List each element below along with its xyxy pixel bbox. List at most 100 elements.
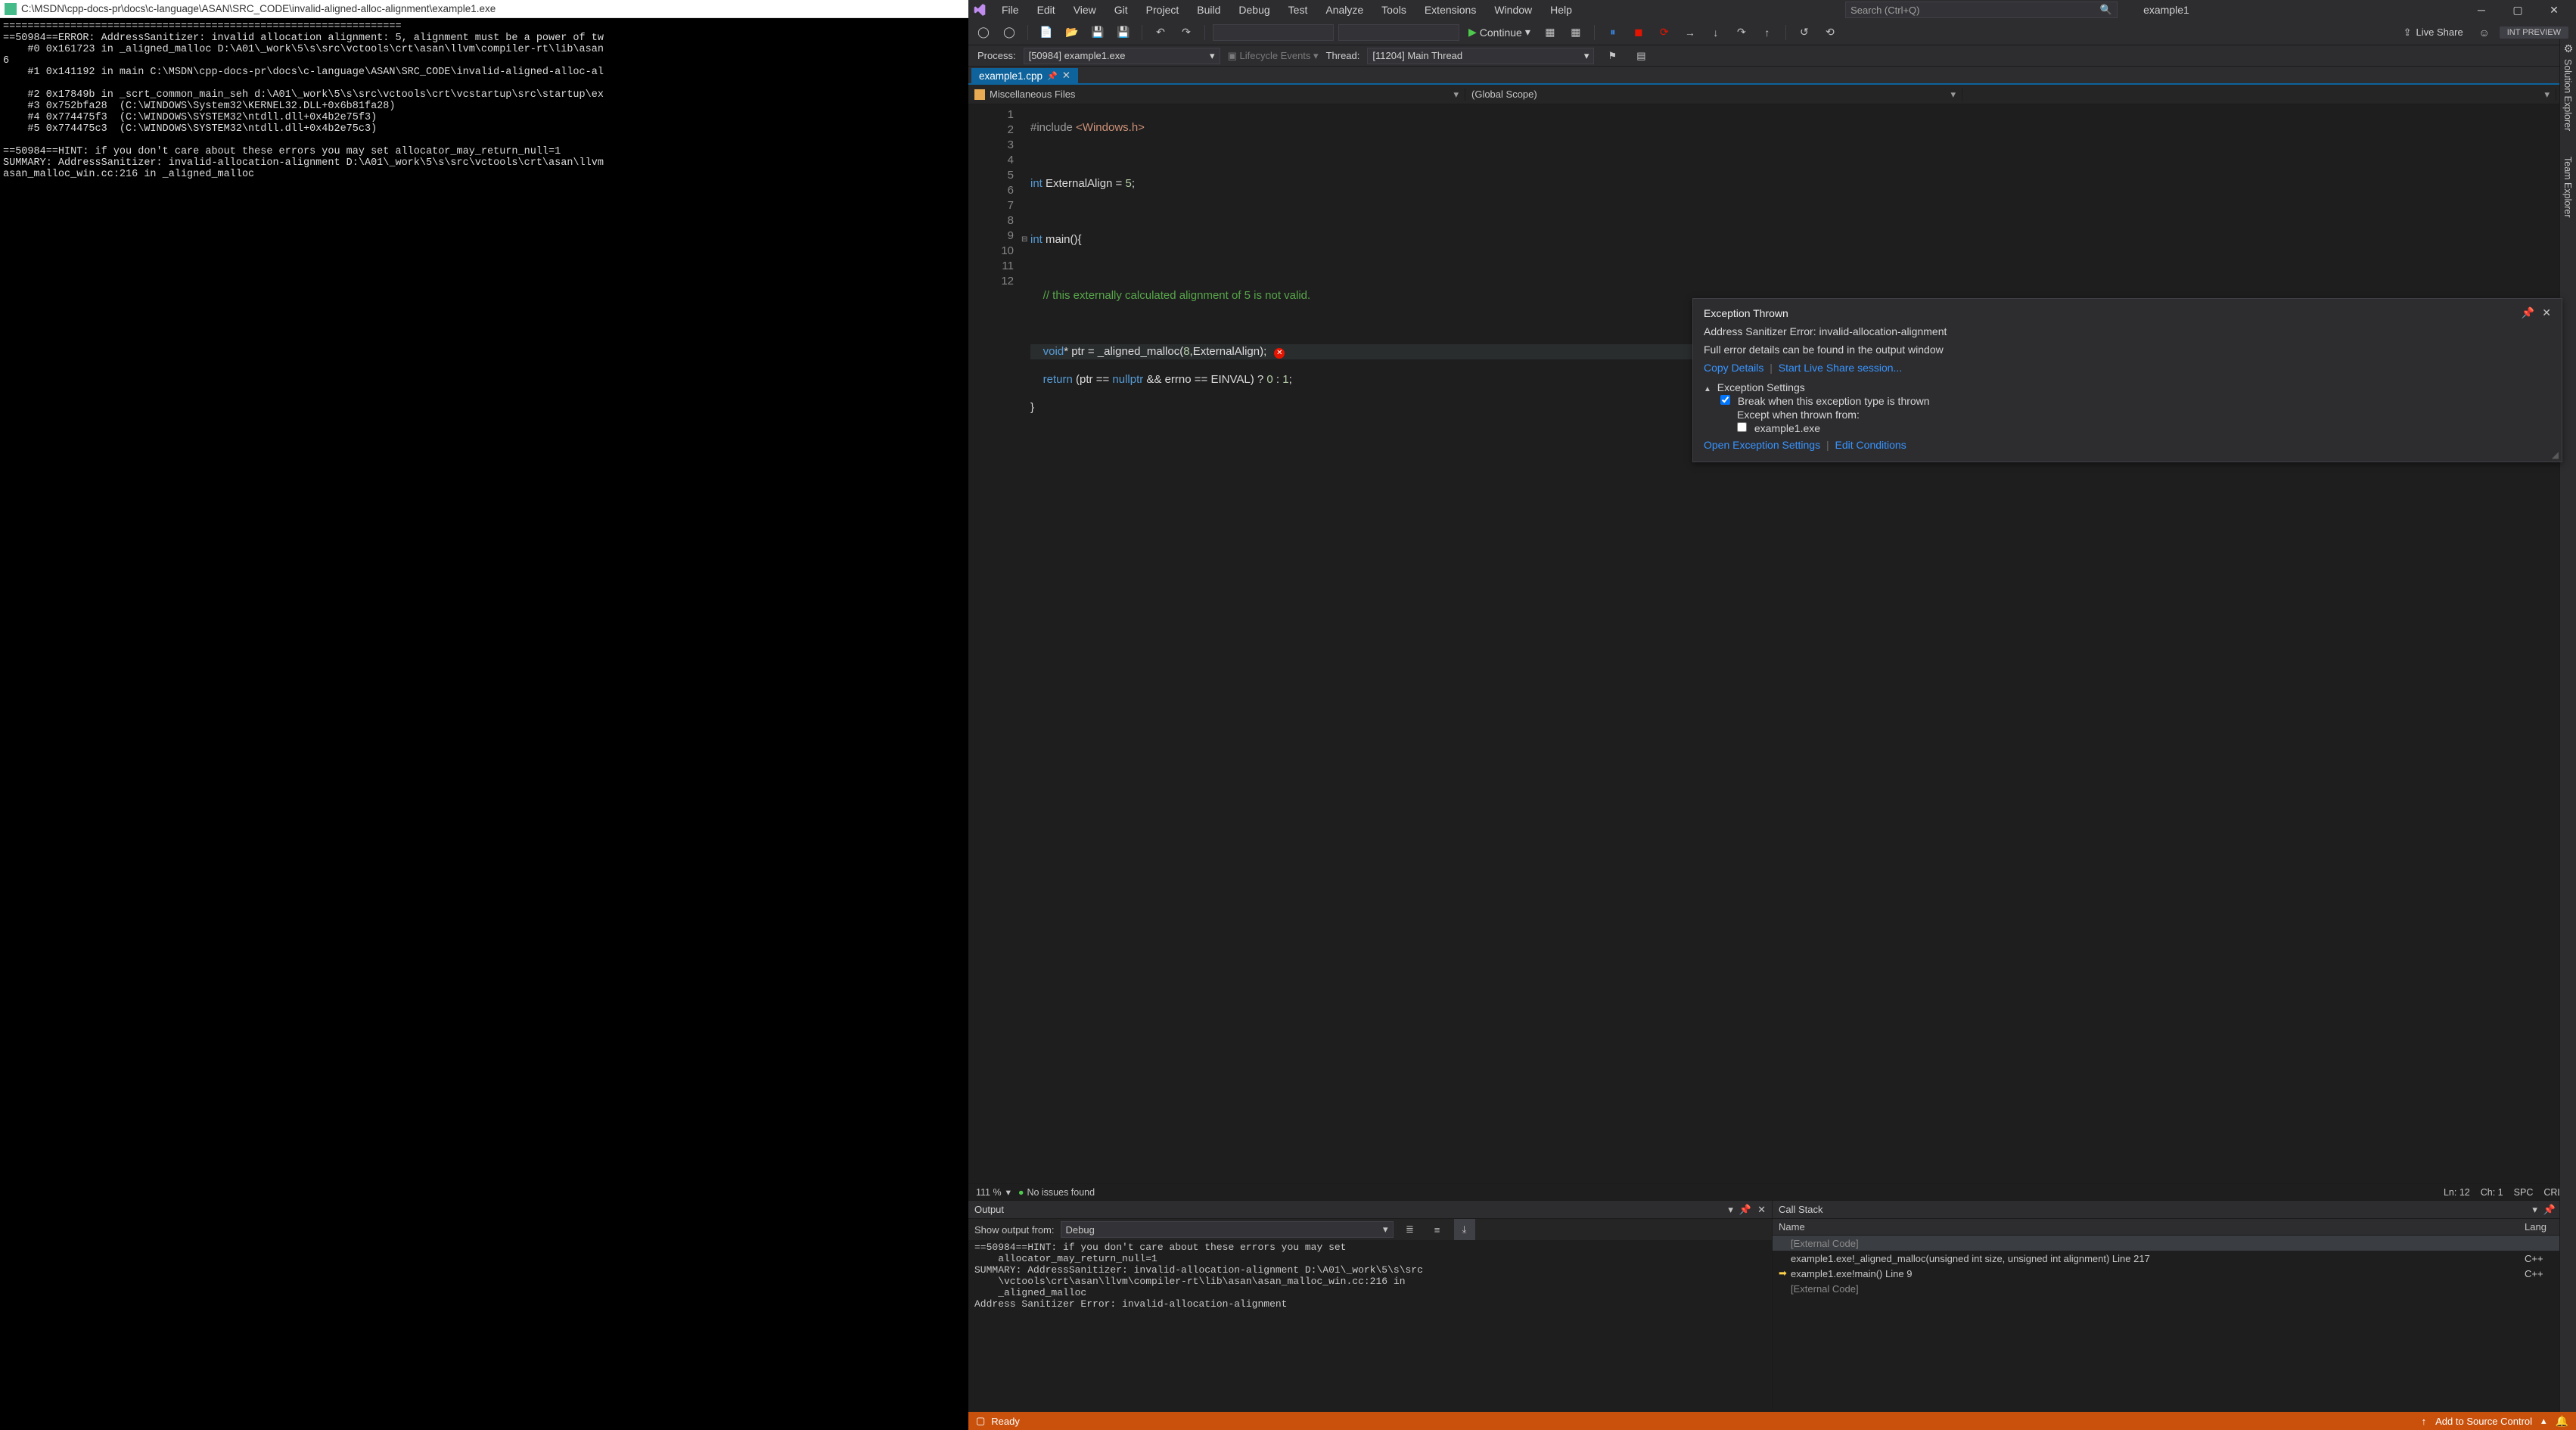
cursor-char[interactable]: Ch: 1 [2481,1187,2503,1198]
menu-edit[interactable]: Edit [1030,2,1063,17]
pin-icon[interactable]: 📌 [1739,1204,1751,1216]
pin-icon[interactable]: 📌 [1047,71,1058,81]
output-body[interactable]: ==50984==HINT: if you don't care about t… [968,1240,1772,1412]
code-area[interactable]: #include #include <Windows.h><Windows.h>… [1024,104,2576,1183]
lifecycle-events[interactable]: ▣ Lifecycle Events ▾ [1228,50,1319,62]
edit-conditions-link[interactable]: Edit Conditions [1835,439,1906,451]
nav-fwd-button[interactable]: ◯ [999,22,1020,43]
debug-target-icon[interactable]: ▦ [1540,22,1561,43]
window-position-icon[interactable]: ▾ [2532,1204,2537,1216]
visual-studio: ⚙ Solution Explorer Team Explorer File E… [968,0,2576,1430]
rail-team-explorer[interactable]: Team Explorer [2560,137,2575,224]
pin-icon[interactable]: 📌 [2543,1204,2556,1216]
debug-target2-icon[interactable]: ▦ [1565,22,1586,43]
pin-icon[interactable]: 📌 [2522,306,2534,319]
solution-platform-dropdown[interactable] [1338,24,1459,41]
pause-button[interactable]: ⏸ [1602,22,1624,43]
code-editor[interactable]: 1234 5678 9➤ 101112 #include #include <W… [968,104,2576,1183]
clear-output-icon[interactable]: ≣ [1400,1219,1421,1240]
step-into-button[interactable]: ↓ [1705,22,1726,43]
menu-test[interactable]: Test [1281,2,1316,17]
break-when-thrown-checkbox[interactable] [1720,395,1730,405]
menu-window[interactable]: Window [1487,2,1540,17]
maximize-button[interactable]: ▢ [2500,0,2535,20]
callstack-row[interactable]: ➡ example1.exe!main() Line 9 C++ [1773,1266,2576,1281]
chevron-up-icon[interactable]: ▴ [2541,1415,2546,1427]
live-share-button[interactable]: ⇪ Live Share [2397,26,2469,39]
menu-extensions[interactable]: Extensions [1417,2,1484,17]
nav-back-button[interactable]: ◯ [973,22,994,43]
console-titlebar[interactable]: C:\MSDN\cpp-docs-pr\docs\c-language\ASAN… [0,0,968,18]
redo-button[interactable]: ↷ [1176,22,1197,43]
undo-button[interactable]: ↶ [1150,22,1171,43]
gear-icon[interactable]: ⚙ [2560,42,2576,55]
hot-reload-button[interactable]: ⟲ [1819,22,1841,43]
menu-view[interactable]: View [1066,2,1104,17]
close-icon[interactable]: ✕ [1062,70,1070,82]
menu-tools[interactable]: Tools [1374,2,1414,17]
thread-dropdown[interactable]: [11204] Main Thread▾ [1367,48,1594,64]
collapse-icon[interactable]: ▲ [1704,385,1711,393]
menu-git[interactable]: Git [1107,2,1136,17]
notifications-icon[interactable]: 🔔 [2556,1415,2568,1428]
stop-button[interactable]: ◼ [1628,22,1649,43]
show-next-statement-button[interactable]: → [1680,22,1701,43]
output-from-label: Show output from: [974,1224,1055,1236]
window-position-icon[interactable]: ▾ [1728,1204,1733,1216]
search-box[interactable]: Search (Ctrl+Q) 🔍 [1845,2,2118,18]
indent-mode[interactable]: SPC [2514,1187,2534,1198]
menu-build[interactable]: Build [1189,2,1228,17]
continue-label: Continue [1480,26,1522,39]
flag-icon[interactable]: ⚑ [1602,45,1623,67]
solution-config-dropdown[interactable] [1213,24,1334,41]
minimize-button[interactable]: ─ [2464,0,2499,20]
step-over-button[interactable]: ↷ [1731,22,1752,43]
callstack-row[interactable]: [External Code] [1773,1236,2576,1251]
open-exception-settings-link[interactable]: Open Exception Settings [1704,439,1820,451]
process-dropdown[interactable]: [50984] example1.exe▾ [1024,48,1220,64]
error-glyph-icon[interactable]: ✕ [1274,348,1285,359]
stack-frame-icon[interactable]: ▤ [1630,45,1652,67]
close-button[interactable]: ✕ [2537,0,2571,20]
open-button[interactable]: 📂 [1061,22,1083,43]
toggle-wrap-icon[interactable]: ≡ [1427,1219,1448,1240]
zoom-level[interactable]: 111 % [976,1187,1002,1198]
apply-changes-button[interactable]: ↺ [1794,22,1815,43]
tab-example1-cpp[interactable]: example1.cpp 📌 ✕ [971,68,1078,83]
fold-icon[interactable]: ⊟ [1021,232,1027,247]
step-out-button[interactable]: ↑ [1757,22,1778,43]
save-button[interactable]: 💾 [1087,22,1108,43]
vs-logo-icon [973,3,987,17]
continue-button[interactable]: ▶ Continue ▾ [1464,26,1535,39]
close-icon[interactable]: ✕ [1757,1204,1766,1216]
live-share-icon: ⇪ [2404,26,2412,39]
save-all-button[interactable]: 💾 [1113,22,1134,43]
console-output[interactable]: ========================================… [0,18,968,1430]
callstack-row[interactable]: example1.exe!_aligned_malloc(unsigned in… [1773,1251,2576,1266]
menu-file[interactable]: File [994,2,1027,17]
callstack-body[interactable]: [External Code] example1.exe!_aligned_ma… [1773,1236,2576,1412]
feedback-icon[interactable]: ☺ [2474,22,2495,43]
menu-help[interactable]: Help [1543,2,1580,17]
add-source-control[interactable]: Add to Source Control [2435,1416,2532,1427]
col-name[interactable]: Name [1779,1221,2525,1233]
issues-status[interactable]: No issues found [1027,1187,1095,1198]
publish-icon[interactable]: ↑ [2422,1416,2427,1427]
except-example1-checkbox[interactable] [1737,422,1747,432]
output-source-dropdown[interactable]: Debug▾ [1061,1221,1394,1238]
new-item-button[interactable]: 📄 [1036,22,1057,43]
scope-member-dropdown[interactable]: (Global Scope) ▾ [1465,89,1962,101]
cursor-line[interactable]: Ln: 12 [2444,1187,2470,1198]
close-icon[interactable]: ✕ [2542,306,2551,319]
menu-project[interactable]: Project [1139,2,1187,17]
autoscroll-icon[interactable]: ⤓ [1454,1219,1475,1240]
resize-grip-icon[interactable]: ◢ [2552,449,2559,460]
copy-details-link[interactable]: Copy Details [1704,362,1763,374]
callstack-row[interactable]: [External Code] [1773,1281,2576,1296]
scope-project-dropdown[interactable]: Miscellaneous Files ▾ [968,89,1465,101]
start-liveshare-link[interactable]: Start Live Share session... [1779,362,1902,374]
restart-button[interactable]: ⟳ [1654,22,1675,43]
scope-function-dropdown[interactable]: ▾ [1962,89,2556,101]
menu-analyze[interactable]: Analyze [1318,2,1371,17]
menu-debug[interactable]: Debug [1231,2,1277,17]
